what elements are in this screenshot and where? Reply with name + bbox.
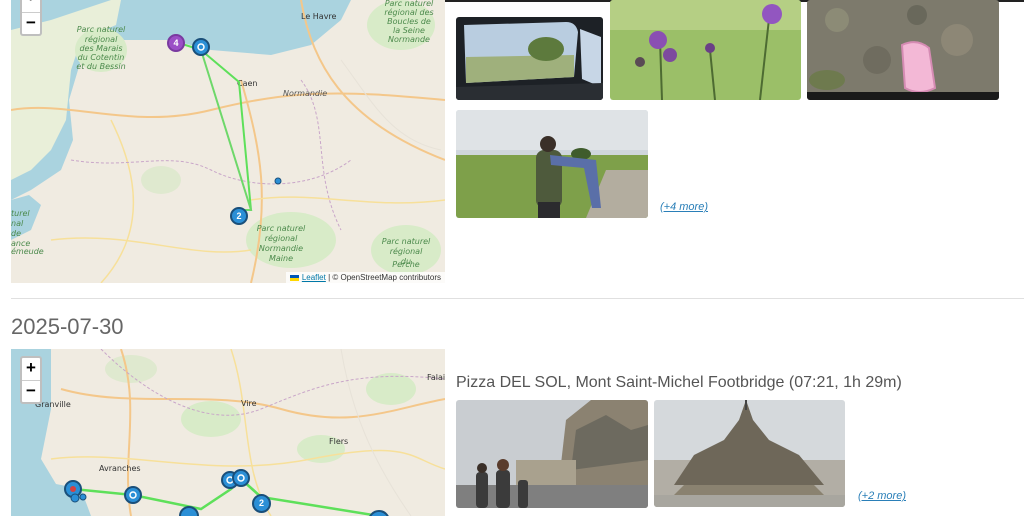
photo-mont-saint-michel-abbey[interactable] <box>654 400 845 507</box>
svg-text:Normande: Normande <box>388 35 430 44</box>
svg-text:du Cotentin: du Cotentin <box>78 53 125 62</box>
svg-text:régional: régional <box>265 233 298 243</box>
svg-text:Avranches: Avranches <box>99 464 141 473</box>
svg-text:la Seine: la Seine <box>393 26 425 35</box>
svg-text:Maine: Maine <box>269 254 293 263</box>
zoom-in-button[interactable]: · <box>22 0 40 12</box>
cluster-marker-blue[interactable]: 2 <box>252 494 271 513</box>
cluster-marker-purple[interactable]: 4 <box>167 34 185 52</box>
photo-pink-shoe-gravel[interactable] <box>807 0 999 100</box>
svg-text:Parc naturel: Parc naturel <box>385 0 434 8</box>
svg-text:et du Bessin: et du Bessin <box>76 62 125 71</box>
svg-text:régional des: régional des <box>384 7 433 17</box>
day2-map[interactable]: Granville Vire Flers Avranches Falai 2 + <box>11 349 445 516</box>
zoom-out-button[interactable]: − <box>22 380 40 402</box>
day1-more-photos-link[interactable]: (+4 more) <box>660 201 708 213</box>
svg-text:Parc naturel: Parc naturel <box>382 237 431 246</box>
svg-text:régional: régional <box>390 246 423 256</box>
svg-text:Falai: Falai <box>427 373 445 382</box>
svg-text:régional: régional <box>85 34 118 44</box>
day-divider <box>11 298 1024 299</box>
ukraine-flag-icon <box>289 274 299 281</box>
attribution-text: | © OpenStreetMap contributors <box>325 273 441 282</box>
page: Parc naturel régional des Marais du Cote… <box>0 0 1024 516</box>
map-attribution: Leaflet | © OpenStreetMap contributors <box>285 272 445 283</box>
svg-text:nal: nal <box>11 219 24 228</box>
day2-zoom-control: + − <box>20 356 42 404</box>
day1-map[interactable]: Parc naturel régional des Marais du Cote… <box>11 0 445 283</box>
photo-thistle-flowers[interactable] <box>610 0 801 100</box>
svg-text:Normandie: Normandie <box>283 89 327 98</box>
svg-text:Boucles de: Boucles de <box>387 17 431 26</box>
day2-map-tiles[interactable]: Granville Vire Flers Avranches Falai <box>11 349 445 516</box>
photo-mont-saint-michel-rocks[interactable] <box>456 400 648 508</box>
day1-map-tiles[interactable]: Parc naturel régional des Marais du Cote… <box>11 0 445 283</box>
svg-text:Vire: Vire <box>241 399 257 408</box>
svg-text:de: de <box>11 229 21 238</box>
svg-text:Parc naturel: Parc naturel <box>77 25 126 34</box>
day2-more-photos-link[interactable]: (+2 more) <box>858 490 906 502</box>
cluster-marker-blue[interactable]: 2 <box>230 207 248 225</box>
svg-text:des Marais: des Marais <box>79 44 122 53</box>
svg-text:Perche: Perche <box>392 260 420 269</box>
svg-text:Flers: Flers <box>329 437 348 446</box>
svg-text:Normandie: Normandie <box>259 244 303 253</box>
svg-text:turel: turel <box>11 209 30 218</box>
leaflet-link[interactable]: Leaflet <box>302 273 326 282</box>
photo-car-window[interactable] <box>456 17 603 100</box>
day1-zoom-control: · − <box>20 0 42 36</box>
svg-text:Le Havre: Le Havre <box>301 12 337 21</box>
segment-title: Pizza DEL SOL, Mont Saint-Michel Footbri… <box>456 374 902 391</box>
photo-carrying-child[interactable] <box>456 110 648 218</box>
day-date-heading: 2025-07-30 <box>11 314 124 339</box>
zoom-in-button[interactable]: + <box>22 358 40 380</box>
zoom-out-button[interactable]: − <box>22 12 40 34</box>
svg-text:émeude: émeude <box>11 246 44 256</box>
svg-text:Parc naturel: Parc naturel <box>257 224 306 233</box>
